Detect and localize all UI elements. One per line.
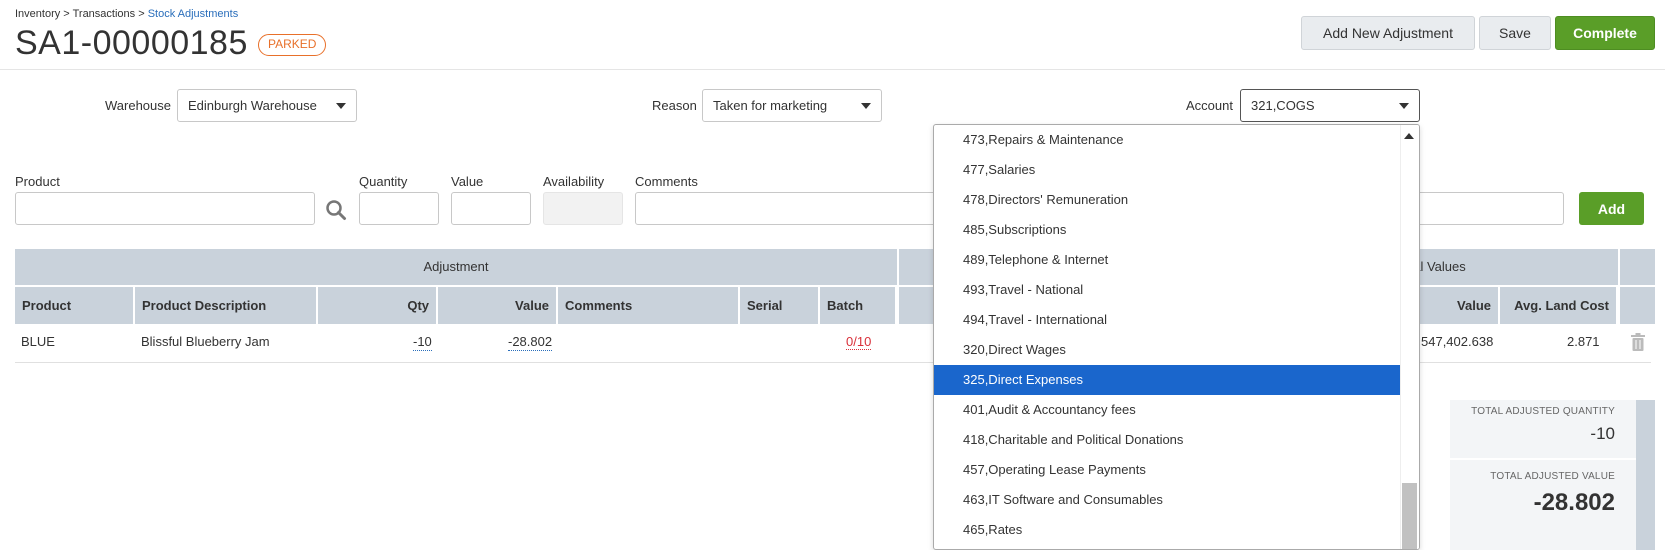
cell-avg-land-cost: 2.871 xyxy=(1567,334,1600,349)
cell-product-description: Blissful Blueberry Jam xyxy=(141,334,270,349)
dropdown-option[interactable]: 320,Direct Wages xyxy=(934,335,1400,365)
dropdown-option[interactable]: 457,Operating Lease Payments xyxy=(934,455,1400,485)
account-value: 321,COGS xyxy=(1251,98,1315,113)
breadcrumb-transactions[interactable]: Transactions xyxy=(73,8,136,20)
account-label: Account xyxy=(1186,98,1233,113)
dropdown-scrollbar[interactable] xyxy=(1400,125,1419,549)
totals-scrollbar[interactable] xyxy=(1636,400,1655,550)
product-label: Product xyxy=(15,174,60,189)
cell-value[interactable]: -28.802 xyxy=(508,334,553,351)
availability-field xyxy=(543,192,623,225)
cell-global-value: 547,402.638 xyxy=(1421,334,1494,349)
breadcrumb: Inventory > Transactions > Stock Adjustm… xyxy=(15,8,238,20)
breadcrumb-inventory[interactable]: Inventory xyxy=(15,8,60,20)
dropdown-option[interactable]: 465,Rates xyxy=(934,515,1400,545)
header-divider xyxy=(0,69,1665,70)
account-select[interactable]: 321,COGS xyxy=(1240,89,1420,122)
reason-value: Taken for marketing xyxy=(713,98,828,113)
reason-label: Reason xyxy=(652,98,697,113)
dropdown-option[interactable]: 485,Subscriptions xyxy=(934,215,1400,245)
dropdown-scroll-thumb[interactable] xyxy=(1402,483,1417,549)
page-title: SA1-00000185 xyxy=(15,24,248,62)
product-input[interactable] xyxy=(15,192,315,225)
group-header-adjustment-label: Adjustment xyxy=(423,259,489,274)
totals-divider xyxy=(1450,458,1647,460)
total-adjusted-value-value: -28.802 xyxy=(1533,489,1615,516)
breadcrumb-sep: > xyxy=(60,8,73,20)
add-new-adjustment-button[interactable]: Add New Adjustment xyxy=(1301,16,1475,50)
column-header-value[interactable]: Value xyxy=(438,287,558,324)
warehouse-value: Edinburgh Warehouse xyxy=(188,98,317,113)
breadcrumb-stock-adjustments[interactable]: Stock Adjustments xyxy=(148,8,239,20)
dropdown-option[interactable]: 489,Telephone & Internet xyxy=(934,245,1400,275)
chevron-down-icon xyxy=(1399,103,1409,109)
dropdown-option[interactable]: 493,Travel - National xyxy=(934,275,1400,305)
group-header-actions xyxy=(1620,249,1655,285)
availability-label: Availability xyxy=(543,174,605,189)
chevron-down-icon xyxy=(861,103,871,109)
dropdown-option[interactable]: 494,Travel - International xyxy=(934,305,1400,335)
dropdown-option-selected[interactable]: 325,Direct Expenses xyxy=(934,365,1400,395)
chevron-down-icon xyxy=(336,103,346,109)
warehouse-select[interactable]: Edinburgh Warehouse xyxy=(177,89,357,122)
dropdown-option[interactable]: 401,Audit & Accountancy fees xyxy=(934,395,1400,425)
dropdown-option[interactable]: 463,IT Software and Consumables xyxy=(934,485,1400,515)
dropdown-option[interactable]: 478,Directors' Remuneration xyxy=(934,185,1400,215)
column-header-comments[interactable]: Comments xyxy=(558,287,740,324)
column-header-avg-land-cost[interactable]: Avg. Land Cost xyxy=(1500,287,1618,324)
cell-qty[interactable]: -10 xyxy=(413,334,432,351)
add-button[interactable]: Add xyxy=(1579,192,1644,225)
reason-select[interactable]: Taken for marketing xyxy=(702,89,882,122)
warehouse-label: Warehouse xyxy=(105,98,171,113)
dropdown-option[interactable]: 477,Salaries xyxy=(934,155,1400,185)
dropdown-option[interactable]: 473,Repairs & Maintenance xyxy=(934,125,1400,155)
total-adjusted-quantity-label: TOTAL ADJUSTED QUANTITY xyxy=(1471,406,1615,417)
cell-product: BLUE xyxy=(21,334,55,349)
complete-button[interactable]: Complete xyxy=(1555,16,1655,50)
total-adjusted-quantity-value: -10 xyxy=(1590,424,1615,443)
column-header-product[interactable]: Product xyxy=(15,287,135,324)
status-badge: PARKED xyxy=(258,34,327,56)
value-input[interactable] xyxy=(451,192,531,225)
column-header-global-value[interactable]: Value xyxy=(1419,287,1500,324)
comments-label: Comments xyxy=(635,174,698,189)
column-header-batch[interactable]: Batch xyxy=(820,287,897,324)
total-adjusted-value-label: TOTAL ADJUSTED VALUE xyxy=(1490,471,1615,482)
quantity-input[interactable] xyxy=(359,192,439,225)
scroll-up-arrow-icon[interactable] xyxy=(1404,133,1414,139)
breadcrumb-sep: > xyxy=(135,8,148,20)
dropdown-option[interactable]: 418,Charitable and Political Donations xyxy=(934,425,1400,455)
account-dropdown-list[interactable]: 473,Repairs & Maintenance 477,Salaries 4… xyxy=(933,124,1420,550)
value-label: Value xyxy=(451,174,484,189)
save-button[interactable]: Save xyxy=(1479,16,1551,50)
column-header-product-description[interactable]: Product Description xyxy=(135,287,318,324)
trash-icon[interactable] xyxy=(1630,333,1646,351)
column-header-actions xyxy=(1620,287,1655,324)
cell-batch[interactable]: 0/10 xyxy=(846,334,872,350)
quantity-label: Quantity xyxy=(359,174,408,189)
column-header-serial[interactable]: Serial xyxy=(740,287,820,324)
search-icon[interactable] xyxy=(325,199,347,221)
column-header-qty[interactable]: Qty xyxy=(318,287,438,324)
